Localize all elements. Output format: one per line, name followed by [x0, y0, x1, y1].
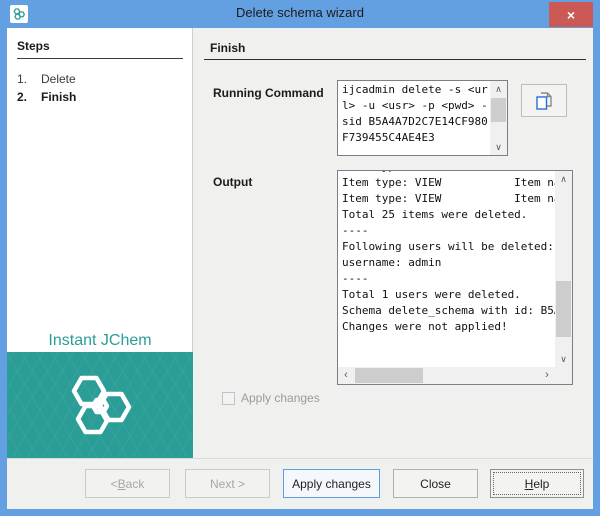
- button-mnemonic: B: [117, 476, 126, 491]
- hexagon-cluster-logo: [71, 375, 132, 435]
- step-number: 1.: [17, 72, 28, 86]
- close-icon: ×: [566, 6, 576, 23]
- output-label: Output: [213, 175, 253, 189]
- output-vertical-scrollbar[interactable]: ∧ ∨: [555, 171, 572, 367]
- scrollbar-thumb[interactable]: [355, 368, 423, 383]
- step-item-delete: 1. Delete: [17, 72, 76, 86]
- brand-name: Instant JChem: [48, 332, 152, 349]
- button-label: Next >: [209, 476, 245, 491]
- output-horizontal-scrollbar[interactable]: ‹ ›: [338, 367, 555, 384]
- button-mnemonic: H: [524, 476, 534, 491]
- scrollbar-corner: [555, 367, 572, 384]
- scroll-up-icon[interactable]: ∧: [555, 171, 572, 187]
- panel-divider: [204, 59, 586, 60]
- button-label: ack: [125, 476, 145, 491]
- button-label: Apply changes: [292, 476, 371, 491]
- command-vertical-scrollbar[interactable]: ∧ ∨: [490, 81, 507, 155]
- steps-divider: [17, 58, 183, 59]
- button-label: Close: [420, 476, 451, 491]
- button-label: <: [110, 476, 118, 491]
- step-label: Delete: [41, 72, 76, 86]
- step-number: 2.: [17, 90, 28, 104]
- scroll-up-icon[interactable]: ∧: [490, 81, 507, 97]
- checkbox-label: Apply changes: [241, 391, 320, 405]
- close-button[interactable]: ×: [549, 2, 593, 27]
- output-text: Item type: VIEW Item name Item type: VIE…: [342, 171, 555, 333]
- brand-banner: [7, 352, 193, 458]
- dialog-content: Steps 1. Delete 2. Finish Instant JChem Fi…: [7, 28, 593, 458]
- help-button[interactable]: Help: [490, 469, 584, 498]
- next-button[interactable]: Next >: [185, 469, 270, 498]
- step-label: Finish: [41, 90, 77, 104]
- scroll-left-icon[interactable]: ‹: [338, 367, 354, 384]
- scroll-down-icon[interactable]: ∨: [555, 351, 572, 367]
- output-textarea[interactable]: Item type: VIEW Item name Item type: VIE…: [337, 170, 573, 385]
- checkbox[interactable]: [222, 391, 235, 405]
- scrollbar-thumb[interactable]: [556, 281, 571, 337]
- back-button[interactable]: < Back: [85, 469, 170, 498]
- copy-command-button[interactable]: [521, 84, 567, 117]
- button-label: elp: [533, 476, 550, 491]
- copy-icon: [536, 91, 552, 110]
- steps-sidebar: Steps 1. Delete 2. Finish Instant JChem: [7, 28, 193, 458]
- running-command-label: Running Command: [213, 86, 324, 100]
- window-title: Delete schema wizard: [236, 5, 364, 20]
- running-command-text: ijcadmin delete -s <ur l> -u <usr> -p <p…: [342, 83, 488, 144]
- apply-changes-checkbox-row[interactable]: Apply changes: [222, 391, 320, 405]
- scrollbar-thumb[interactable]: [491, 98, 506, 122]
- finish-panel: Finish Running Command ijcadmin delete -…: [194, 28, 593, 458]
- apply-changes-button[interactable]: Apply changes: [283, 469, 380, 498]
- running-command-textarea[interactable]: ijcadmin delete -s <ur l> -u <usr> -p <p…: [337, 80, 508, 156]
- title-bar: Delete schema wizard ×: [0, 0, 600, 28]
- close-dialog-button[interactable]: Close: [393, 469, 478, 498]
- scroll-right-icon[interactable]: ›: [539, 367, 555, 384]
- panel-heading: Finish: [210, 41, 246, 55]
- scroll-down-icon[interactable]: ∨: [490, 139, 507, 155]
- steps-title: Steps: [17, 39, 50, 53]
- step-item-finish: 2. Finish: [17, 90, 76, 104]
- button-bar: < Back Next > Apply changes Close Help: [7, 458, 593, 509]
